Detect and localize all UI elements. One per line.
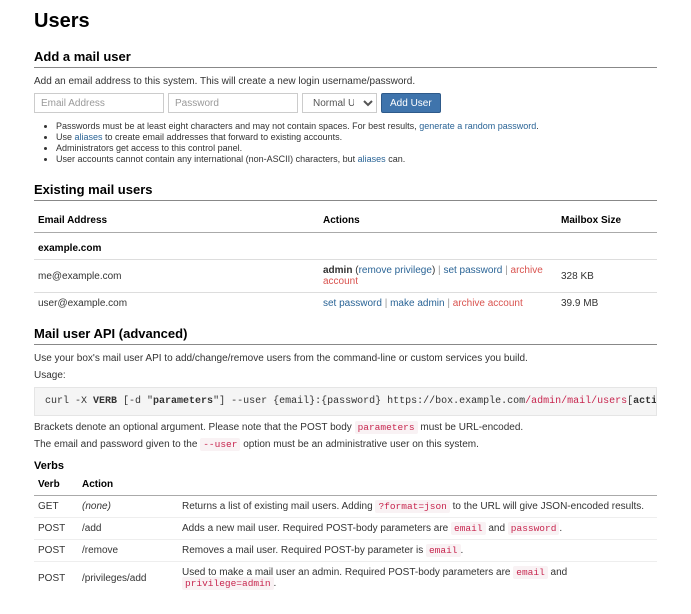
col-email: Email Address — [34, 209, 319, 233]
verbs-heading: Verbs — [34, 460, 657, 472]
col-size: Mailbox Size — [557, 209, 657, 233]
remove-privilege-link[interactable]: remove privilege — [359, 265, 432, 276]
aliases-link-2[interactable]: aliases — [358, 154, 386, 164]
verb-cell: POST — [34, 562, 78, 595]
hint-aliases: Use aliases to create email addresses th… — [56, 132, 657, 142]
api-intro: Use your box's mail user API to add/chan… — [34, 353, 657, 364]
api-curl-example: curl -X VERB [-d "parameters"] --user {e… — [34, 387, 657, 416]
verb-cell: POST — [34, 518, 78, 540]
api-usage-label: Usage: — [34, 370, 657, 381]
add-user-button[interactable]: Add User — [381, 93, 441, 113]
code-parameters: parameters — [355, 421, 418, 434]
col-actions: Actions — [319, 209, 557, 233]
desc-cell: Adds a new mail user. Required POST-body… — [178, 518, 657, 540]
user-actions: set password | make admin | archive acco… — [319, 293, 557, 315]
api-heading: Mail user API (advanced) — [34, 326, 657, 345]
admin-badge: admin — [323, 265, 352, 276]
desc-cell: Used to make a mail user an admin. Requi… — [178, 562, 657, 595]
hint-admins: Administrators get access to this contro… — [56, 143, 657, 153]
code-token: email — [451, 522, 486, 535]
verb-row: GET(none)Returns a list of existing mail… — [34, 496, 657, 518]
add-user-form: Normal User Add User — [34, 93, 657, 113]
set-password-link[interactable]: set password — [323, 298, 382, 309]
hint-password: Passwords must be at least eight charact… — [56, 121, 657, 131]
code-token: email — [513, 566, 548, 579]
user-actions: admin (remove privilege) | set password … — [319, 260, 557, 293]
add-user-heading: Add a mail user — [34, 49, 657, 68]
action-cell: /privileges/add — [78, 562, 178, 595]
code-token: privilege=admin — [182, 577, 274, 590]
verbs-table: Verb Action GET(none)Returns a list of e… — [34, 474, 657, 594]
code-token: email — [426, 544, 461, 557]
add-user-intro: Add an email address to this system. Thi… — [34, 76, 657, 87]
verb-cell: GET — [34, 496, 78, 518]
set-password-link[interactable]: set password — [443, 265, 502, 276]
action-cell: /add — [78, 518, 178, 540]
domain-name: example.com — [34, 233, 657, 260]
code-user-flag: --user — [200, 438, 240, 451]
api-user-note: The email and password given to the --us… — [34, 439, 657, 450]
col-action: Action — [78, 474, 178, 496]
archive-account-link[interactable]: archive account — [323, 265, 543, 287]
generate-password-link[interactable]: generate a random password — [419, 121, 536, 131]
password-field[interactable] — [168, 93, 298, 113]
verb-row: POST/addAdds a new mail user. Required P… — [34, 518, 657, 540]
add-user-hints: Passwords must be at least eight charact… — [34, 121, 657, 164]
user-email: user@example.com — [34, 293, 319, 315]
col-desc — [178, 474, 657, 496]
email-field[interactable] — [34, 93, 164, 113]
page-title: Users — [34, 10, 657, 33]
existing-users-table: Email Address Actions Mailbox Size examp… — [34, 209, 657, 314]
desc-cell: Removes a mail user. Required POST-by pa… — [178, 540, 657, 562]
verb-row: POST/removeRemoves a mail user. Required… — [34, 540, 657, 562]
code-token: password — [508, 522, 560, 535]
domain-row: example.com — [34, 233, 657, 260]
existing-users-heading: Existing mail users — [34, 182, 657, 201]
make-admin-link[interactable]: make admin — [390, 298, 444, 309]
verb-cell: POST — [34, 540, 78, 562]
desc-cell: Returns a list of existing mail users. A… — [178, 496, 657, 518]
table-row: user@example.com set password | make adm… — [34, 293, 657, 315]
user-email: me@example.com — [34, 260, 319, 293]
col-verb: Verb — [34, 474, 78, 496]
action-cell: (none) — [78, 496, 178, 518]
mailbox-size: 39.9 MB — [557, 293, 657, 315]
mailbox-size: 328 KB — [557, 260, 657, 293]
api-brackets-note: Brackets denote an optional argument. Pl… — [34, 422, 657, 433]
hint-intl: User accounts cannot contain any interna… — [56, 154, 657, 164]
archive-account-link[interactable]: archive account — [453, 298, 523, 309]
privilege-select[interactable]: Normal User — [302, 93, 377, 113]
action-cell: /remove — [78, 540, 178, 562]
aliases-link[interactable]: aliases — [75, 132, 103, 142]
code-token: ?format=json — [375, 500, 449, 513]
table-row: me@example.com admin (remove privilege) … — [34, 260, 657, 293]
verb-row: POST/privileges/addUsed to make a mail u… — [34, 562, 657, 595]
